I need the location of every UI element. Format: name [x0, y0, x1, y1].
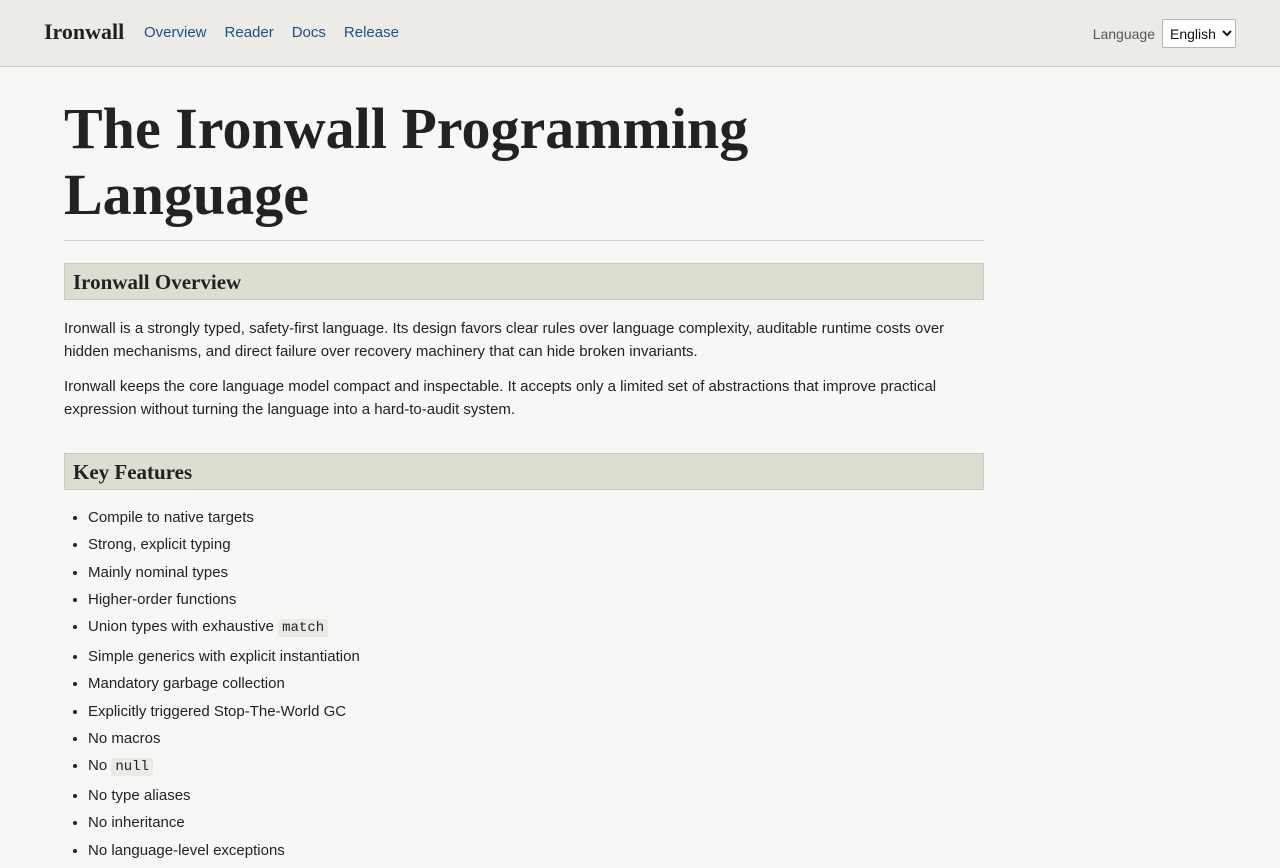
list-item: Mainly nominal types: [88, 563, 984, 582]
list-item: Union types with exhaustive match: [88, 617, 984, 638]
nav-release[interactable]: Release: [344, 24, 399, 41]
brand-logo[interactable]: Ironwall: [44, 19, 124, 45]
inline-code: null: [111, 758, 153, 777]
page-title: The Ironwall Programming Language: [64, 96, 984, 241]
list-item: No macros: [88, 729, 984, 748]
language-label: Language: [1092, 25, 1155, 42]
list-item: No language-level exceptions: [88, 841, 984, 860]
main-content: The Ironwall Programming Language Ironwa…: [64, 96, 984, 868]
list-item: Compile to native targets: [88, 508, 984, 527]
language-picker: Language English: [1093, 19, 1236, 48]
overview-heading: Ironwall Overview: [64, 263, 984, 300]
list-item: No null: [88, 756, 984, 777]
language-select[interactable]: English: [1162, 19, 1236, 48]
list-item: Higher-order functions: [88, 590, 984, 609]
inline-code: match: [278, 619, 329, 638]
overview-paragraph-1: Ironwall is a strongly typed, safety-fir…: [64, 320, 945, 361]
list-item: Strong, explicit typing: [88, 535, 984, 554]
main-nav: Overview Reader Docs Release: [144, 24, 399, 41]
list-item: No inheritance: [88, 813, 984, 832]
list-item: Mandatory garbage collection: [88, 674, 984, 693]
nav-docs[interactable]: Docs: [292, 24, 326, 41]
top-bar: Ironwall Overview Reader Docs Release La…: [0, 0, 1280, 67]
features-heading: Key Features: [64, 453, 984, 491]
feature-list: Compile to native targets Strong, explic…: [64, 508, 984, 860]
list-item: Simple generics with explicit instantiat…: [88, 647, 984, 666]
list-item: Explicitly triggered Stop-The-World GC: [88, 702, 984, 721]
nav-reader[interactable]: Reader: [225, 24, 274, 41]
overview-paragraph-2: Ironwall keeps the core language model c…: [64, 378, 937, 419]
list-item: No type aliases: [88, 786, 984, 805]
nav-overview[interactable]: Overview: [144, 24, 207, 41]
